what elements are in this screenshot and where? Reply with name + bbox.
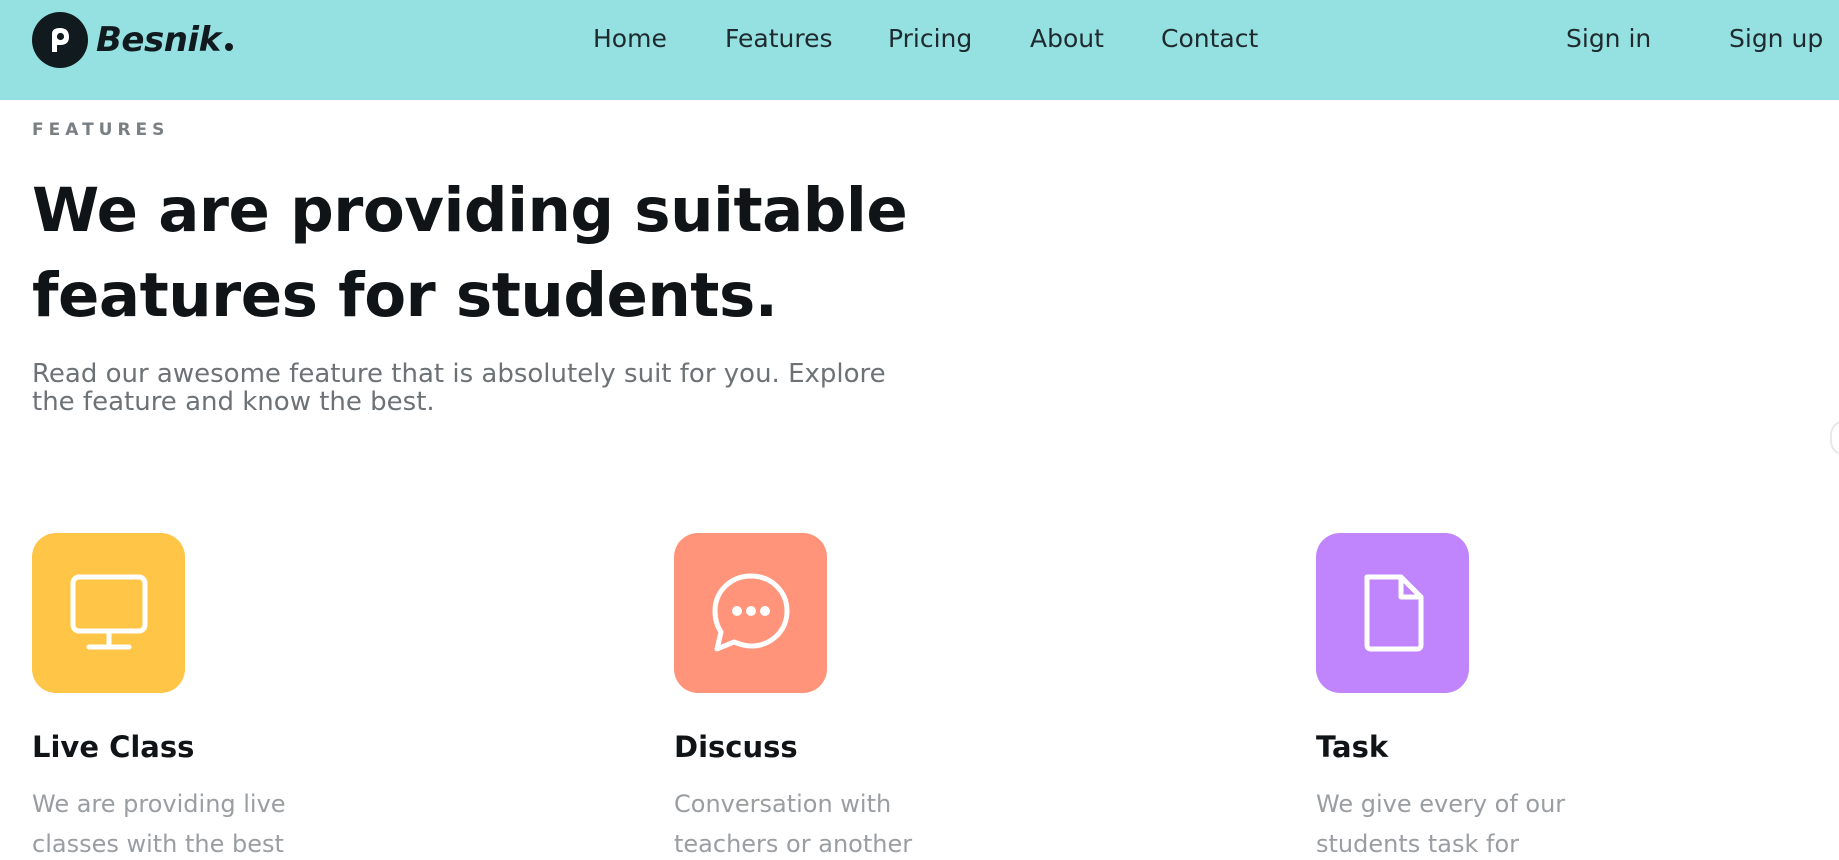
nav-pricing[interactable]: Pricing [888,24,972,53]
nav-contact[interactable]: Contact [1161,24,1258,53]
brand-name: Besnik [96,20,221,60]
feature-description: We give every of our students task for [1316,790,1566,858]
top-navbar: Besnik Home Features Pricing About Conta… [0,0,1839,100]
hero-subtext: Read our awesome feature that is absolut… [32,359,886,417]
nav-about[interactable]: About [1030,24,1104,53]
headline-line-1: We are providing suitable [32,175,908,246]
nav-features[interactable]: Features [725,24,833,53]
side-scroll-handle[interactable] [1830,420,1839,456]
feature-card-live-class: Live Class We are providing live classes… [32,533,512,860]
document-icon [1316,533,1469,693]
feature-card-discuss: Discuss Conversation with teachers or an… [674,533,1154,860]
feature-card-task: Task We give every of our students task … [1316,533,1796,860]
nav-home[interactable]: Home [593,24,667,53]
chat-bubble-icon [674,533,827,693]
besnik-logo-icon [32,12,88,68]
page-title: We are providing suitable features for s… [32,168,932,338]
feature-title: Live Class [32,730,195,764]
feature-description: We are providing live classes with the b… [32,790,286,858]
brand-logo[interactable]: Besnik [32,12,233,68]
feature-title: Discuss [674,730,798,764]
headline-line-2: features for students. [32,260,778,331]
brand-dot [224,43,233,51]
sign-up-link[interactable]: Sign up [1729,24,1823,53]
section-eyebrow: FEATURES [32,120,170,140]
sign-in-link[interactable]: Sign in [1566,24,1651,53]
feature-description: Conversation with teachers or another [674,790,913,858]
monitor-icon [32,533,185,693]
feature-title: Task [1316,730,1389,764]
page: Besnik Home Features Pricing About Conta… [0,0,1839,860]
